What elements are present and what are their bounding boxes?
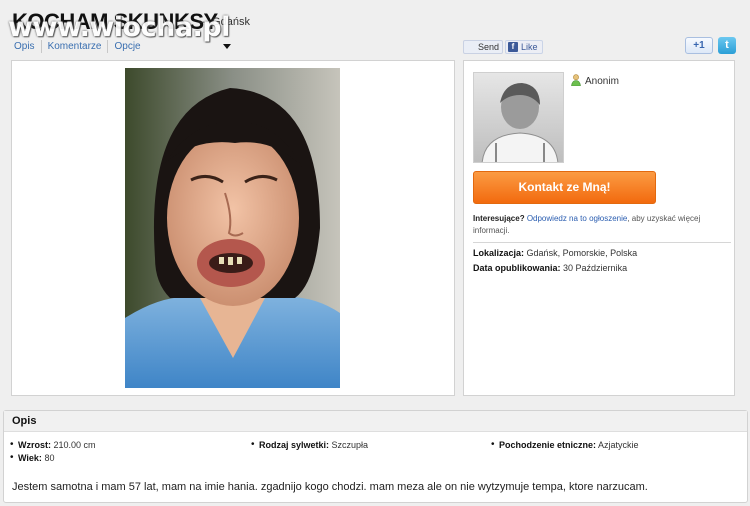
divider xyxy=(473,242,731,243)
like-button[interactable]: f Like xyxy=(505,40,543,54)
profile-photo-image xyxy=(125,68,340,388)
height-value: 210.00 cm xyxy=(53,440,96,450)
contact-button[interactable]: Kontakt ze Mną! xyxy=(473,171,656,204)
tab-opis[interactable]: Opis xyxy=(8,40,42,53)
watermark: www.wiocha.pl xyxy=(8,12,230,43)
location-label: Lokalizacja: xyxy=(473,248,525,258)
description-text: Jestem samotna i mam 57 lat, mam na imie… xyxy=(12,481,648,493)
avatar-placeholder-icon xyxy=(474,73,563,162)
interest-note: Interesujące? Odpowiedz na to ogłoszenie… xyxy=(473,213,723,237)
description-heading: Opis xyxy=(4,411,747,432)
attr-origin: Pochodzenie etniczne: Azjatyckie xyxy=(491,439,639,450)
age-value: 80 xyxy=(44,453,55,463)
profile-photo xyxy=(125,68,340,388)
tab-opcje[interactable]: Opcje xyxy=(108,40,146,53)
like-label: Like xyxy=(521,42,538,52)
facebook-icon: f xyxy=(508,42,518,52)
avatar xyxy=(473,72,564,163)
build-label: Rodzaj sylwetki: xyxy=(259,440,330,450)
chevron-down-icon[interactable] xyxy=(223,44,231,49)
date-label: Data opublikowania: xyxy=(473,263,561,273)
username[interactable]: Anonim xyxy=(585,76,619,87)
age-label: Wiek: xyxy=(18,453,42,463)
attr-build: Rodzaj sylwetki: Szczupła xyxy=(251,439,369,450)
attr-age: Wiek: 80 xyxy=(10,452,55,463)
description-box: Opis Wzrost: 210.00 cm Wiek: 80 Rodzaj s… xyxy=(3,410,748,503)
date-value: 30 Października xyxy=(563,263,628,273)
tab-bar: Opis Komentarze Opcje xyxy=(8,40,147,53)
reply-link[interactable]: Odpowiedz na to ogłoszenie xyxy=(527,214,628,223)
send-button[interactable]: Send xyxy=(463,40,503,54)
build-value: Szczupła xyxy=(331,440,369,450)
profile-info-panel: Anonim Kontakt ze Mną! Interesujące? Odp… xyxy=(463,60,735,396)
tab-komentarze[interactable]: Komentarze xyxy=(42,40,109,53)
location-row: Lokalizacja: Gdańsk, Pomorskie, Polska xyxy=(473,248,637,258)
origin-value: Azjatyckie xyxy=(598,440,639,450)
date-row: Data opublikowania: 30 Października xyxy=(473,263,627,273)
location-value: Gdańsk, Pomorskie, Polska xyxy=(526,248,638,258)
photo-panel xyxy=(11,60,455,396)
attr-height: Wzrost: 210.00 cm xyxy=(10,439,96,450)
origin-label: Pochodzenie etniczne: xyxy=(499,440,597,450)
google-plus-button[interactable]: +1 xyxy=(685,37,713,54)
twitter-icon[interactable]: t xyxy=(718,37,736,54)
interest-label: Interesujące? xyxy=(473,214,525,223)
height-label: Wzrost: xyxy=(18,440,51,450)
user-icon xyxy=(571,74,581,86)
